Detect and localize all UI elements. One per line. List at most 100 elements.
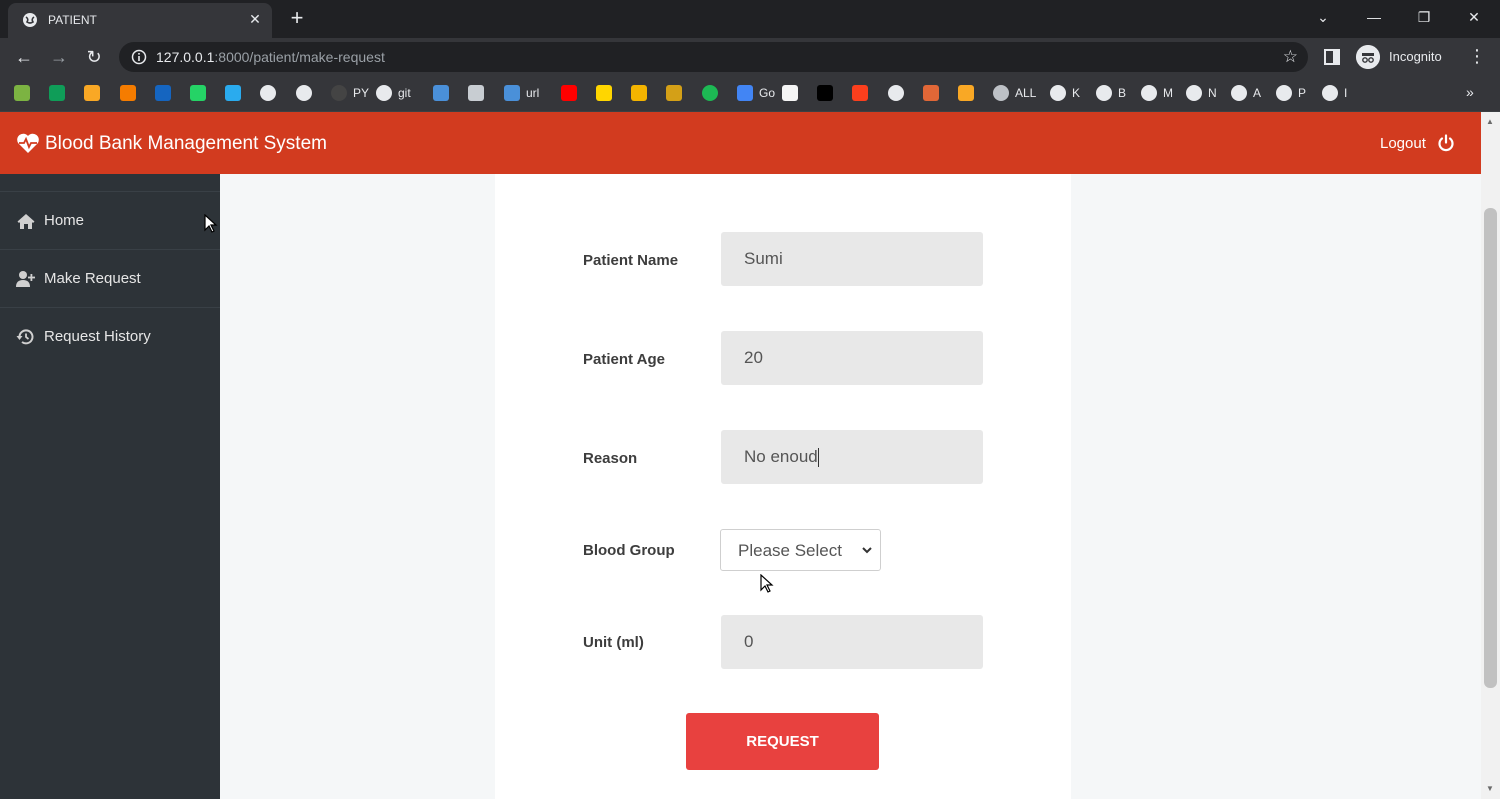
browser-menu-icon[interactable]: ⋮ bbox=[1468, 46, 1486, 67]
info-icon[interactable] bbox=[131, 49, 147, 65]
google-icon bbox=[1186, 85, 1202, 101]
close-window-icon[interactable]: ✕ bbox=[1463, 6, 1485, 28]
request-button[interactable]: REQUEST bbox=[686, 713, 879, 770]
bookmark-item[interactable] bbox=[296, 84, 312, 102]
bookmark-item[interactable] bbox=[260, 84, 276, 102]
reason-input[interactable]: No enoud bbox=[721, 430, 983, 484]
bookmark-item[interactable] bbox=[433, 84, 449, 102]
sidebar-item-label: Home bbox=[44, 212, 85, 229]
google-icon bbox=[1231, 85, 1247, 101]
sidebar-item-home[interactable]: Home bbox=[0, 191, 220, 249]
brand-title[interactable]: Blood Bank Management System bbox=[45, 133, 327, 155]
request-form-card: Patient Name Sumi Patient Age 20 Reason … bbox=[495, 174, 1071, 799]
bookmark-label: A bbox=[1253, 86, 1262, 100]
top-navbar: Blood Bank Management System Logout bbox=[0, 112, 1481, 174]
blood-group-select[interactable]: Please Select bbox=[720, 529, 881, 571]
bookmark-item[interactable]: PY bbox=[331, 84, 369, 102]
bookmark-label: I bbox=[1344, 86, 1348, 100]
patient-age-input[interactable]: 20 bbox=[721, 331, 983, 385]
scroll-down-icon[interactable]: ▼ bbox=[1486, 784, 1494, 793]
address-bar[interactable]: 127.0.0.1:8000/patient/make-request ☆ bbox=[119, 42, 1308, 72]
scroll-thumb[interactable] bbox=[1484, 208, 1497, 688]
bookmark-item[interactable]: A bbox=[1231, 84, 1261, 102]
bookmark-item[interactable]: url bbox=[504, 84, 539, 102]
side-panel-icon[interactable] bbox=[1324, 49, 1340, 65]
blood-group-selected: Please Select bbox=[738, 541, 842, 560]
google-icon bbox=[296, 85, 312, 101]
page-scrollbar[interactable]: ▲ ▼ bbox=[1481, 112, 1500, 799]
bookmark-item[interactable] bbox=[561, 84, 577, 102]
reason-label: Reason bbox=[583, 450, 638, 467]
sidebar-item-label: Make Request bbox=[44, 270, 141, 287]
bookmark-item[interactable] bbox=[852, 84, 868, 102]
bookmark-item[interactable]: ALL bbox=[993, 84, 1036, 102]
bookmark-item[interactable] bbox=[702, 84, 718, 102]
bookmark-item[interactable] bbox=[155, 84, 171, 102]
bookmark-item[interactable] bbox=[817, 84, 833, 102]
tab-search-icon[interactable]: ⌄ bbox=[1312, 6, 1334, 28]
bookmark-item[interactable]: P bbox=[1276, 84, 1306, 102]
bookmark-item[interactable] bbox=[923, 84, 939, 102]
bookmark-item[interactable] bbox=[190, 84, 206, 102]
github-icon bbox=[331, 85, 347, 101]
back-icon[interactable]: ← bbox=[13, 46, 35, 68]
forward-icon[interactable]: → bbox=[48, 46, 70, 68]
sidebar-item-make-request[interactable]: Make Request bbox=[0, 249, 220, 307]
bookmark-item[interactable]: K bbox=[1050, 84, 1080, 102]
power-icon[interactable] bbox=[1437, 134, 1455, 152]
blue-doc-icon bbox=[433, 85, 449, 101]
bookmark-item[interactable]: N bbox=[1186, 84, 1217, 102]
bookmark-item[interactable] bbox=[120, 84, 136, 102]
more-bookmarks-icon[interactable]: » bbox=[1466, 84, 1474, 100]
bookmark-item[interactable] bbox=[596, 84, 612, 102]
sidebar-item-label: Request History bbox=[44, 328, 151, 345]
sidebar-item-request-history[interactable]: Request History bbox=[0, 307, 220, 365]
bookmark-item[interactable] bbox=[14, 84, 30, 102]
unit-input[interactable]: 0 bbox=[721, 615, 983, 669]
bookmark-item[interactable] bbox=[225, 84, 241, 102]
history-icon bbox=[16, 329, 34, 345]
bookmark-item[interactable] bbox=[84, 84, 100, 102]
eye-icon bbox=[958, 85, 974, 101]
bookmark-item[interactable] bbox=[958, 84, 974, 102]
globe-icon bbox=[993, 85, 1009, 101]
bookmark-item[interactable] bbox=[631, 84, 647, 102]
orange-square-icon bbox=[84, 85, 100, 101]
bookmark-item[interactable] bbox=[468, 84, 484, 102]
chevron-down-icon bbox=[862, 547, 872, 554]
reload-icon[interactable]: ↻ bbox=[83, 46, 105, 68]
scroll-up-icon[interactable]: ▲ bbox=[1486, 117, 1494, 126]
profile-label[interactable]: Incognito bbox=[1389, 49, 1442, 64]
minimize-icon[interactable]: — bbox=[1363, 6, 1385, 28]
bookmark-item[interactable] bbox=[666, 84, 682, 102]
bookmark-label: git bbox=[398, 86, 411, 100]
text-caret bbox=[817, 448, 819, 468]
bookmark-item[interactable]: I bbox=[1322, 84, 1347, 102]
close-tab-icon[interactable]: ✕ bbox=[246, 10, 264, 28]
bookmark-item[interactable]: B bbox=[1096, 84, 1126, 102]
cl-icon bbox=[817, 85, 833, 101]
browser-tab[interactable]: PATIENT ✕ bbox=[8, 3, 272, 38]
url-text: 127.0.0.1:8000/patient/make-request bbox=[156, 49, 385, 65]
mouse-cursor-icon bbox=[204, 214, 218, 233]
restore-icon[interactable]: ❐ bbox=[1413, 6, 1435, 28]
bookmark-label: P bbox=[1298, 86, 1307, 100]
google-icon bbox=[1322, 85, 1338, 101]
green-plus-icon bbox=[49, 85, 65, 101]
white-doc-icon bbox=[782, 85, 798, 101]
bookmark-item[interactable] bbox=[49, 84, 65, 102]
bookmark-item[interactable]: Go bbox=[737, 84, 775, 102]
bookmark-star-icon[interactable]: ☆ bbox=[1283, 47, 1298, 67]
youtube-icon bbox=[561, 85, 577, 101]
patient-name-input[interactable]: Sumi bbox=[721, 232, 983, 286]
logout-link[interactable]: Logout bbox=[1380, 135, 1426, 152]
bookmark-item[interactable]: git bbox=[376, 84, 411, 102]
new-tab-button[interactable]: + bbox=[286, 7, 308, 29]
bookmark-item[interactable] bbox=[888, 84, 904, 102]
reason-value: No enoud bbox=[744, 447, 818, 466]
incognito-icon[interactable] bbox=[1356, 45, 1380, 69]
web-page: Blood Bank Management System Logout Home… bbox=[0, 112, 1500, 799]
bookmark-item[interactable]: M bbox=[1141, 84, 1173, 102]
bookmark-item[interactable] bbox=[782, 84, 798, 102]
patient-age-label: Patient Age bbox=[583, 351, 665, 368]
